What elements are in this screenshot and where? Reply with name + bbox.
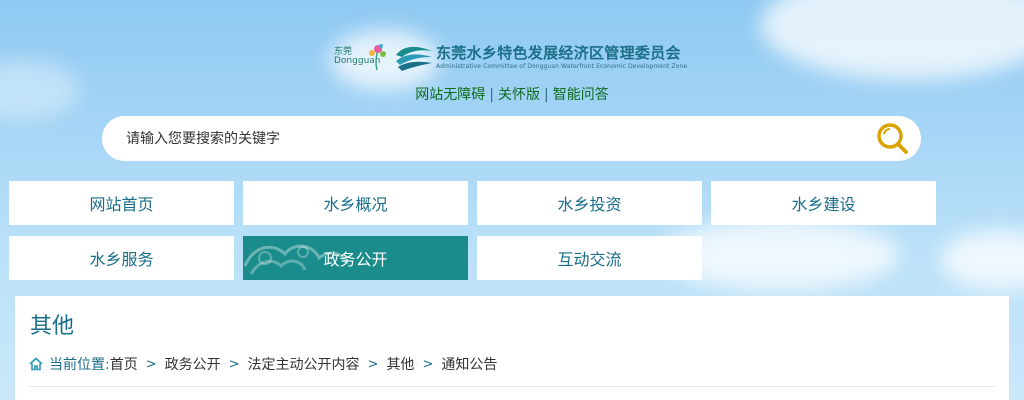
breadcrumb-separator: > bbox=[228, 356, 240, 372]
quick-links: 网站无障碍 | 关怀版 | 智能问答 bbox=[0, 84, 1024, 104]
content-panel: 其他 当前位置: 首页 > 政务公开 > 法定主动公开内容 > 其他 > 通知公… bbox=[15, 296, 1009, 400]
breadcrumb-item-notices[interactable]: 通知公告 bbox=[441, 354, 497, 374]
breadcrumb-item-other[interactable]: 其他 bbox=[386, 354, 414, 374]
nav-item-overview[interactable]: 水乡概况 bbox=[243, 181, 468, 225]
breadcrumb-label: 当前位置: bbox=[49, 357, 110, 373]
nav-item-government-affairs[interactable]: 政务公开 bbox=[243, 236, 468, 280]
link-separator: | bbox=[544, 87, 549, 103]
nav-item-label: 水乡建设 bbox=[791, 195, 856, 214]
org-name-cn: 东莞水乡特色发展经济区管理委员会 bbox=[436, 43, 681, 62]
accessibility-link[interactable]: 网站无障碍 bbox=[415, 87, 485, 103]
search-input[interactable] bbox=[124, 129, 848, 148]
flower-icon bbox=[369, 44, 386, 71]
link-separator: | bbox=[489, 87, 494, 103]
waterfront-wave-icon bbox=[396, 46, 432, 71]
org-name-en: Administrative Committee of Dongguan Wat… bbox=[436, 62, 688, 70]
nav-item-label: 水乡服务 bbox=[89, 250, 154, 269]
search-bar bbox=[102, 116, 921, 161]
nav-item-label: 水乡投资 bbox=[557, 195, 622, 214]
nav-item-construction[interactable]: 水乡建设 bbox=[711, 181, 936, 225]
breadcrumb-separator: > bbox=[422, 356, 434, 372]
breadcrumb-item-government-affairs[interactable]: 政务公开 bbox=[165, 354, 221, 374]
nav-item-investment[interactable]: 水乡投资 bbox=[477, 181, 702, 225]
nav-item-interaction[interactable]: 互动交流 bbox=[477, 236, 702, 280]
home-icon bbox=[29, 357, 43, 371]
nav-item-label: 互动交流 bbox=[557, 250, 622, 269]
breadcrumb-item-statutory-disclosure[interactable]: 法定主动公开内容 bbox=[248, 354, 360, 374]
breadcrumb-separator: > bbox=[145, 356, 157, 372]
nav-item-label: 水乡概况 bbox=[323, 195, 388, 214]
background-cloud bbox=[760, 0, 1024, 80]
dongguan-city-logo: 东莞 Dongguan bbox=[334, 41, 392, 73]
search-icon[interactable] bbox=[875, 121, 909, 155]
nav-item-label: 网站首页 bbox=[89, 195, 154, 214]
nav-item-home[interactable]: 网站首页 bbox=[9, 181, 234, 225]
nav-item-label: 政务公开 bbox=[323, 250, 388, 269]
breadcrumb-separator: > bbox=[367, 356, 379, 372]
breadcrumb: 当前位置: 首页 > 政务公开 > 法定主动公开内容 > 其他 > 通知公告 bbox=[29, 354, 497, 374]
care-mode-link[interactable]: 关怀版 bbox=[498, 87, 540, 103]
nav-item-services[interactable]: 水乡服务 bbox=[9, 236, 234, 280]
background-cloud bbox=[940, 230, 1024, 290]
breadcrumb-item-home[interactable]: 首页 bbox=[110, 354, 138, 374]
site-logo[interactable]: 东莞 Dongguan 东莞水乡特色发展经济区管理委员会 Administrat… bbox=[334, 40, 687, 74]
smart-qa-link[interactable]: 智能问答 bbox=[553, 87, 609, 103]
page-title: 其他 bbox=[30, 314, 75, 339]
divider bbox=[29, 386, 995, 387]
